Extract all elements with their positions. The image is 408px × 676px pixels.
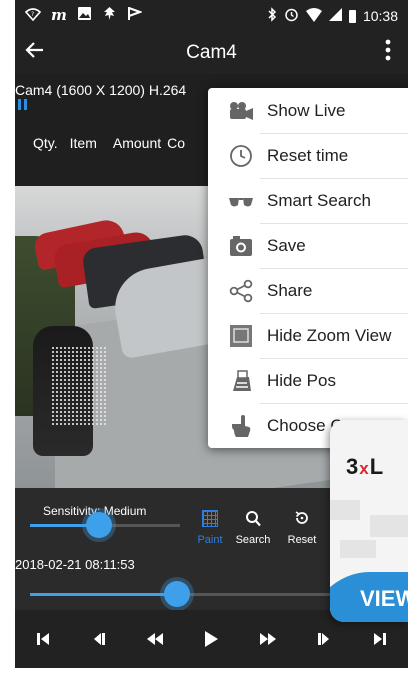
bluetooth-icon	[267, 7, 277, 25]
play-button[interactable]	[191, 619, 231, 659]
sensitivity-slider[interactable]	[30, 512, 180, 538]
step-forward-icon	[317, 633, 329, 645]
menu-item-label: Show Live	[267, 100, 346, 120]
step-back-icon	[94, 633, 106, 645]
cell-signal-icon	[328, 8, 342, 24]
promo-view-text: VIEW	[360, 586, 408, 611]
status-bar: ? m 10:38	[15, 0, 408, 32]
fast-forward-icon	[259, 633, 276, 645]
status-right-icons: 10:38	[267, 7, 398, 25]
menu-item-label: Reset time	[267, 145, 349, 165]
skip-start-icon	[37, 633, 50, 645]
motion-paint-area	[51, 346, 107, 426]
alarm-icon	[284, 7, 299, 25]
zoom-view-icon	[228, 323, 254, 349]
svg-text:?: ?	[31, 11, 34, 18]
menu-item-save[interactable]: Save	[208, 223, 408, 268]
menu-item-reset-time[interactable]: Reset time	[208, 133, 408, 178]
promo-decoration	[340, 540, 376, 558]
wifi-signal-icon	[305, 7, 322, 25]
menu-item-hide-zoom-view[interactable]: Hide Zoom View	[208, 313, 408, 358]
skip-end-icon	[373, 633, 386, 645]
step-back-button[interactable]	[79, 619, 119, 659]
pos-column-co: Co	[167, 135, 186, 151]
camera-info: Cam4 (1600 X 1200) H.264	[15, 82, 187, 98]
promo-logo: 3xL	[346, 454, 384, 480]
glasses-icon	[228, 188, 254, 214]
reset-icon	[278, 510, 326, 530]
sensitivity-slider-thumb[interactable]	[86, 512, 112, 538]
paint-grid-icon	[186, 510, 234, 530]
more-vert-icon	[385, 39, 391, 61]
promo-logo-suffix: L	[369, 454, 385, 479]
menu-item-label: Save	[267, 235, 306, 255]
menu-item-show-live[interactable]: Show Live	[208, 88, 408, 133]
menu-item-share[interactable]: Share	[208, 268, 408, 313]
play-icon	[205, 631, 219, 647]
video-camera-icon	[228, 98, 254, 124]
pos-column-item: Item	[69, 135, 97, 151]
pos-column-headers: Qty. Item Amount Co	[33, 135, 185, 151]
battery-icon	[348, 9, 356, 23]
flag-icon	[127, 6, 143, 26]
search-icon	[229, 510, 277, 530]
promo-logo-prefix: 3	[346, 454, 360, 479]
promo-logo-x: x	[359, 459, 370, 478]
menu-item-label: Hide Pos	[267, 370, 336, 390]
overflow-menu-button[interactable]	[376, 38, 400, 68]
clock-icon	[228, 143, 254, 169]
page-title: Cam4	[186, 42, 237, 63]
reset-button[interactable]: Reset	[278, 510, 326, 546]
status-time: 10:38	[362, 8, 398, 24]
timeline-slider-fill	[30, 593, 178, 596]
image-icon	[77, 6, 92, 26]
wifi-icon: ?	[24, 6, 42, 26]
sensitivity-value: Medium	[103, 504, 147, 518]
menu-item-label: Hide Zoom View	[267, 325, 392, 345]
step-forward-button[interactable]	[304, 619, 344, 659]
menu-item-hide-pos[interactable]: Hide Pos	[208, 358, 408, 403]
menu-item-label: Smart Search	[267, 190, 371, 210]
promo-decoration	[370, 515, 408, 537]
paint-label: Paint	[197, 534, 223, 546]
skip-start-button[interactable]	[23, 619, 63, 659]
menu-item-smart-search[interactable]: Smart Search	[208, 178, 408, 223]
camera-icon	[228, 233, 254, 259]
share-icon	[228, 278, 254, 304]
paint-button[interactable]: Paint	[186, 510, 234, 546]
playback-timestamp: 2018-02-21 08:11:53	[15, 557, 135, 572]
bottom-edge	[0, 668, 408, 676]
pos-column-qty: Qty.	[33, 135, 58, 151]
promo-banner[interactable]: 3xL VIEW	[330, 420, 408, 622]
m-app-icon: m	[51, 6, 67, 24]
timeline-slider-thumb[interactable]	[164, 581, 191, 607]
hand-pointer-icon	[228, 413, 254, 439]
fast-forward-button[interactable]	[248, 619, 288, 659]
pos-column-amount: Amount	[112, 135, 162, 151]
reset-label: Reset	[287, 534, 317, 546]
pos-terminal-icon	[228, 368, 254, 394]
overflow-menu: Show Live Reset time Smart Search Save S…	[208, 88, 408, 448]
rewind-icon	[147, 633, 164, 645]
app-bar: Cam4	[15, 32, 408, 74]
pause-icon[interactable]	[18, 99, 28, 110]
promo-decoration	[330, 500, 360, 520]
search-label: Search	[235, 534, 271, 546]
menu-item-label: Share	[267, 280, 313, 300]
status-left-icons: ? m	[24, 6, 143, 26]
skip-end-button[interactable]	[360, 619, 400, 659]
search-button[interactable]: Search	[229, 510, 277, 546]
rewind-button[interactable]	[135, 619, 175, 659]
leaf-icon	[102, 6, 117, 26]
